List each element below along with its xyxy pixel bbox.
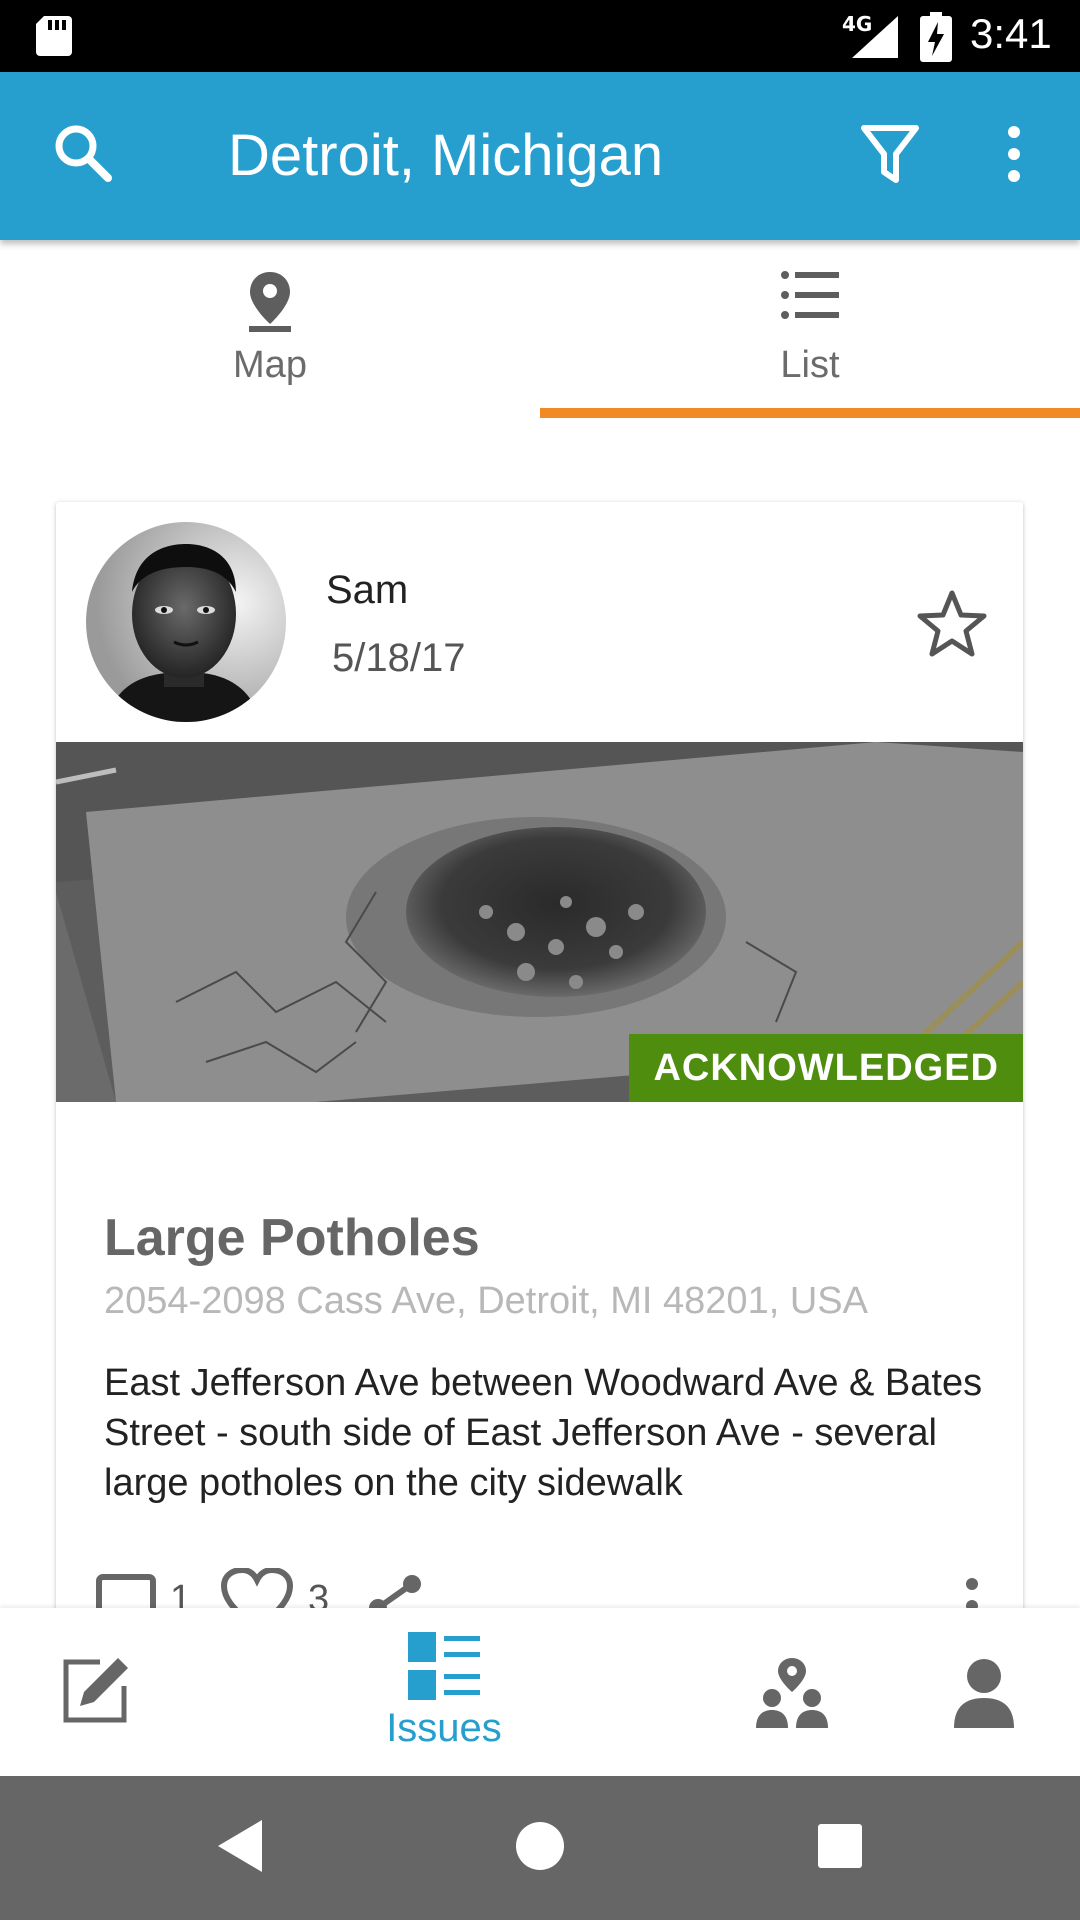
share-icon[interactable] (366, 1574, 426, 1612)
nav-profile[interactable] (954, 1608, 1014, 1776)
status-bar: 4G 3:41 (0, 0, 1080, 72)
nav-community[interactable] (756, 1608, 828, 1776)
user-name[interactable]: Sam (326, 568, 408, 613)
nav-new-issue[interactable] (60, 1608, 140, 1776)
home-icon[interactable] (514, 1818, 566, 1874)
community-icon (756, 1658, 828, 1728)
profile-icon (954, 1659, 1014, 1728)
filter-icon[interactable] (858, 122, 922, 186)
tab-list-label: List (780, 344, 840, 386)
clock: 3:41 (970, 10, 1052, 57)
avatar[interactable] (86, 522, 286, 722)
tab-map-label: Map (233, 344, 307, 386)
search-icon[interactable] (52, 122, 116, 186)
edit-icon (63, 1658, 128, 1723)
app-bar: Detroit, Michigan (0, 72, 1080, 240)
issue-description: East Jefferson Ave between Woodward Ave … (104, 1362, 983, 1504)
card-more-vert-icon[interactable] (960, 1576, 984, 1612)
tab-list[interactable]: List (540, 240, 1080, 420)
system-navigation-bar (0, 1776, 1080, 1920)
signal-icon (852, 16, 898, 58)
battery-charging-icon (920, 12, 952, 62)
comment-icon[interactable] (96, 1574, 156, 1612)
heart-icon[interactable] (220, 1568, 294, 1612)
user-photo (86, 522, 286, 722)
issue-title: Large Potholes (104, 1209, 480, 1267)
post-date: 5/18/17 (332, 636, 466, 680)
nav-issues-label: Issues (386, 1706, 502, 1750)
selected-tab-indicator (540, 408, 1080, 418)
map-pin-icon (249, 272, 291, 332)
bottom-navigation: Issues (0, 1608, 1080, 1776)
view-tabs: Map List (0, 240, 1080, 420)
star-outline-icon[interactable] (916, 588, 988, 660)
list-icon (781, 271, 839, 319)
status-badge: ACKNOWLEDGED (629, 1034, 1023, 1102)
more-vert-icon[interactable] (990, 122, 1038, 186)
issue-actions: 1 3 (96, 1562, 996, 1612)
recents-icon[interactable] (816, 1818, 864, 1874)
tab-map[interactable]: Map (0, 240, 540, 420)
comment-count: 1 (170, 1578, 192, 1612)
back-icon[interactable] (216, 1818, 264, 1874)
issues-list-icon (408, 1632, 480, 1700)
issue-card[interactable]: Sam 5/18/17 ACKNOWLEDGED Large Potholes … (56, 502, 1023, 1612)
like-count: 3 (308, 1578, 330, 1612)
sd-card-icon (36, 16, 72, 56)
issue-address: 2054-2098 Cass Ave, Detroit, MI 48201, U… (104, 1280, 868, 1322)
page-title: Detroit, Michigan (228, 123, 664, 188)
